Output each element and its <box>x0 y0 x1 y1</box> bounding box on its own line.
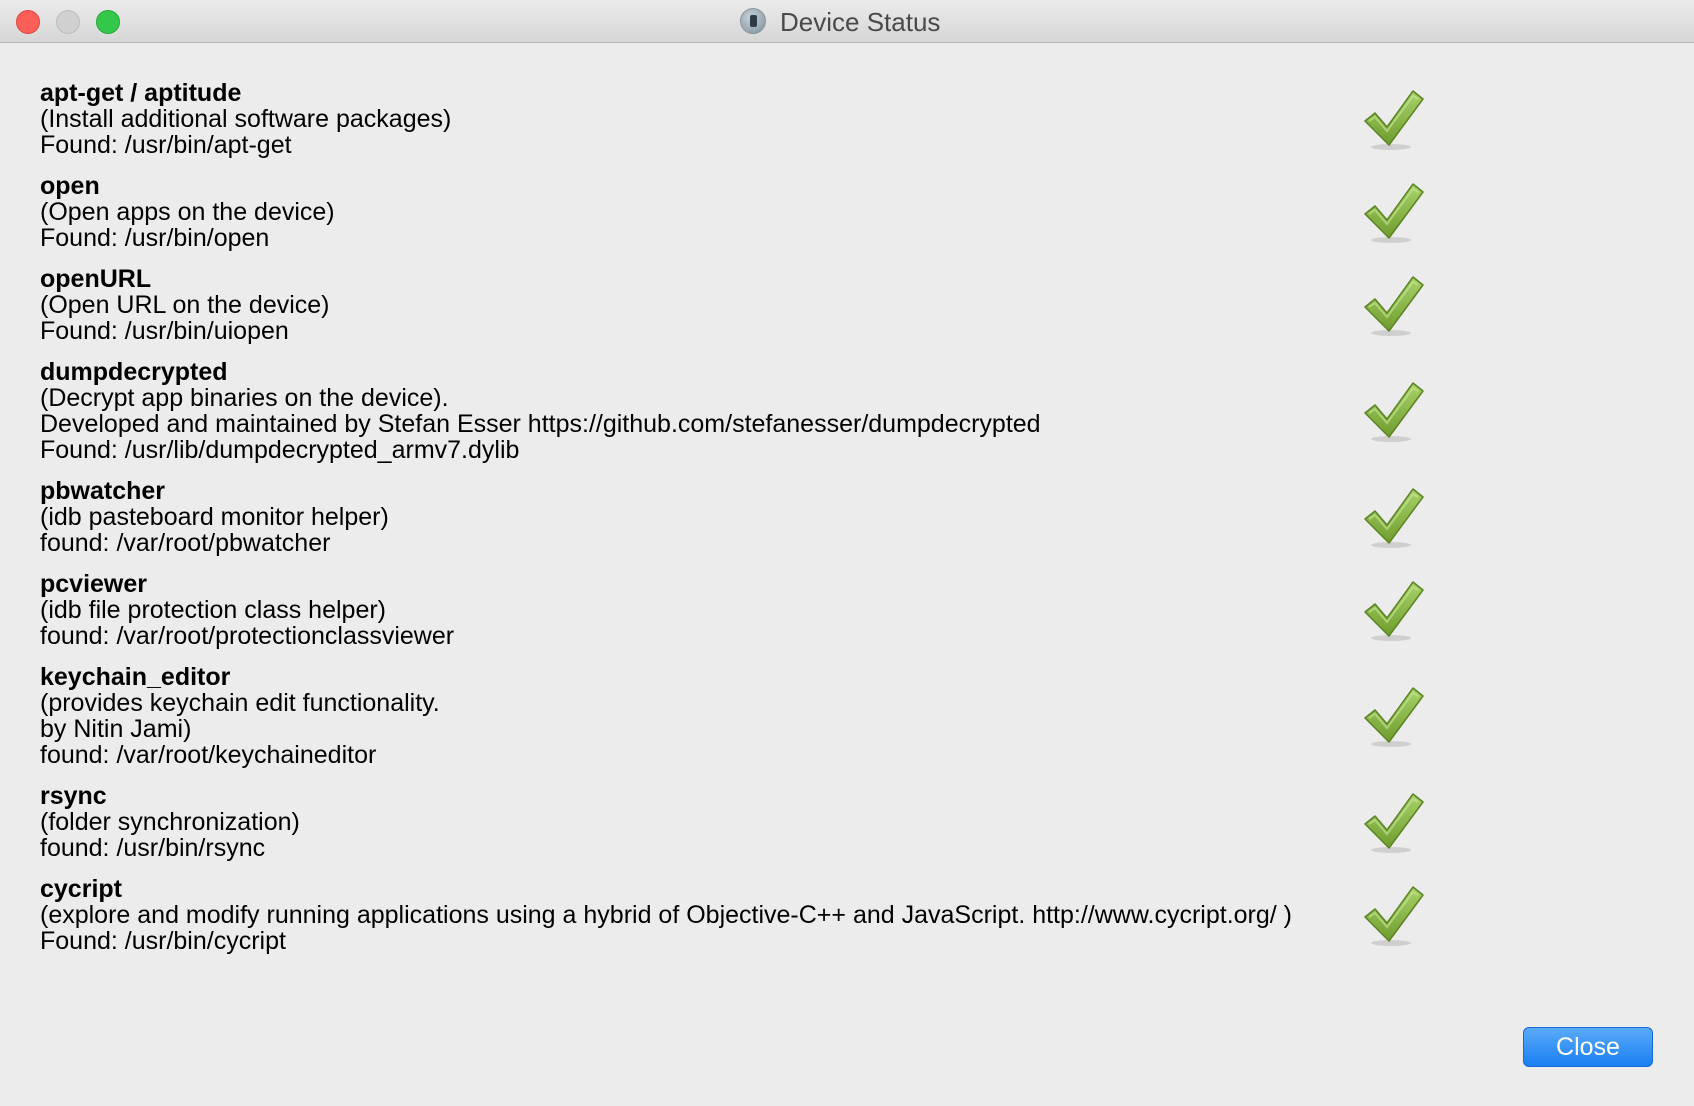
tool-item: pbwatcher (idb pasteboard monitor helper)… <box>40 478 1440 556</box>
tool-detail-line: (idb file protection class helper) <box>40 596 386 624</box>
tool-item: keychain_editor (provides keychain edit f… <box>40 664 1440 768</box>
tool-detail-line: (Install additional software packages) <box>40 105 452 133</box>
tool-detail-line: (Open URL on the device) <box>40 291 330 319</box>
tool-detail-line: (provides keychain edit functionality. <box>40 689 440 717</box>
tool-name: cycript <box>40 875 122 903</box>
tool-detail-line: (explore and modify running applications… <box>40 901 1293 929</box>
window-title: Device Status <box>780 7 941 37</box>
tool-name: dumpdecrypted <box>40 358 228 386</box>
tool-item: open (Open apps on the device) Found: /usr… <box>40 173 1440 251</box>
checkmark-icon <box>1361 790 1427 854</box>
title-bar[interactable]: Device Status <box>0 0 1694 43</box>
device-icon <box>740 8 766 34</box>
tool-item: cycript (explore and modify running appli… <box>40 876 1440 954</box>
tool-detail-line: (Open apps on the device) <box>40 198 335 226</box>
device-status-window: Device Status apt-get / aptitude (Install… <box>0 0 1694 1106</box>
checkmark-icon <box>1361 180 1427 244</box>
tool-item: pcviewer (idb file protection class helpe… <box>40 571 1440 649</box>
checkmark-icon <box>1361 883 1427 947</box>
tool-detail-line: (idb pasteboard monitor helper) <box>40 503 389 531</box>
tool-status-list: apt-get / aptitude (Install additional so… <box>40 80 1440 969</box>
checkmark-icon <box>1361 485 1427 549</box>
window-close-button[interactable] <box>16 10 40 34</box>
tool-item: rsync (folder synchronization) found: /usr… <box>40 783 1440 861</box>
checkmark-icon <box>1361 379 1427 443</box>
tool-name: open <box>40 172 100 200</box>
window-zoom-button[interactable] <box>96 10 120 34</box>
tool-detail-line: Found: /usr/bin/open <box>40 224 270 252</box>
tool-detail-line: found: /var/root/protectionclassviewer <box>40 622 455 650</box>
tool-detail-line: found: /var/root/keychaineditor <box>40 741 377 769</box>
checkmark-icon <box>1361 273 1427 337</box>
tool-detail-line: Found: /usr/lib/dumpdecrypted_armv7.dyli… <box>40 436 520 464</box>
tool-item: dumpdecrypted (Decrypt app binaries on th… <box>40 359 1440 463</box>
tool-detail-line: Found: /usr/bin/cycript <box>40 927 286 955</box>
tool-name: rsync <box>40 782 107 810</box>
close-button[interactable]: Close <box>1523 1027 1653 1067</box>
tool-detail-line: (folder synchronization) <box>40 808 300 836</box>
tool-name: pbwatcher <box>40 477 166 505</box>
window-minimize-button[interactable] <box>56 10 80 34</box>
tool-detail-line: by Nitin Jami) <box>40 715 192 743</box>
tool-detail-line: found: /usr/bin/rsync <box>40 834 266 862</box>
checkmark-icon <box>1361 578 1427 642</box>
tool-item: openURL (Open URL on the device) Found: /u… <box>40 266 1440 344</box>
tool-name: pcviewer <box>40 570 148 598</box>
tool-detail-line: Found: /usr/bin/uiopen <box>40 317 289 345</box>
tool-name: keychain_editor <box>40 663 231 691</box>
checkmark-icon <box>1361 684 1427 748</box>
tool-name: apt-get / aptitude <box>40 79 242 107</box>
tool-name: openURL <box>40 265 152 293</box>
tool-detail-line: Developed and maintained by Stefan Esser… <box>40 410 1041 438</box>
tool-detail-line: (Decrypt app binaries on the device). <box>40 384 449 412</box>
tool-detail-line: Found: /usr/bin/apt-get <box>40 131 292 159</box>
tool-detail-line: found: /var/root/pbwatcher <box>40 529 331 557</box>
checkmark-icon <box>1361 87 1427 151</box>
tool-item: apt-get / aptitude (Install additional so… <box>40 80 1440 158</box>
